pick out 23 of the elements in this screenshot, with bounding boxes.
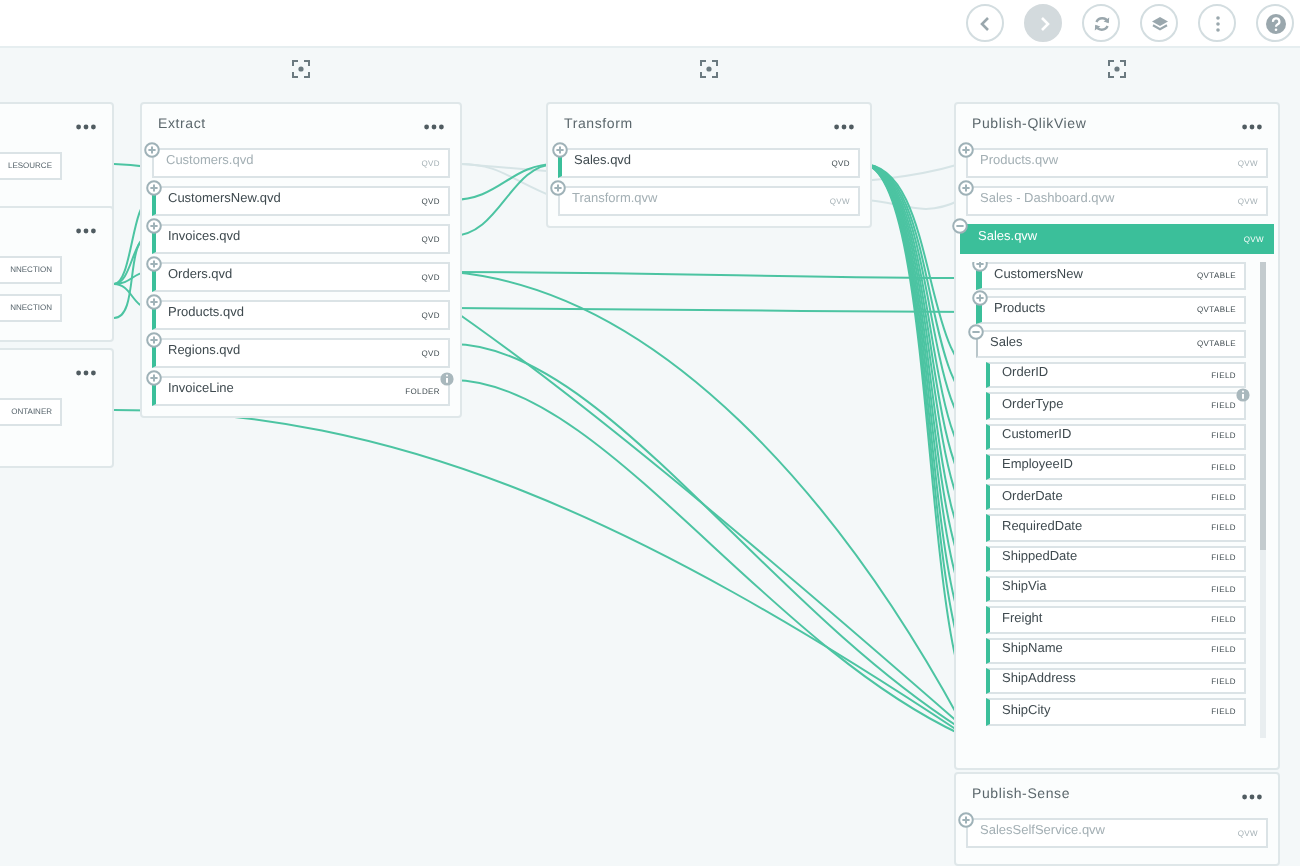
more-icon (424, 123, 444, 129)
expand-handle-icon (146, 370, 162, 386)
scrollbar-thumb[interactable] (1260, 262, 1266, 550)
more-icon (1242, 793, 1262, 799)
more-icon (834, 123, 854, 129)
expand-handle-icon (552, 142, 568, 158)
help-icon (1265, 13, 1285, 33)
more-icon (76, 123, 96, 129)
expand-handle-icon (146, 332, 162, 348)
focus-icon (700, 60, 718, 78)
expand-handle-icon (146, 180, 162, 196)
more-icon (1242, 123, 1262, 129)
chevron-left-icon (975, 13, 995, 33)
focus-icon (1108, 60, 1126, 78)
focus-icon (292, 60, 310, 78)
scrollbar[interactable] (1260, 262, 1266, 738)
refresh-icon (1091, 13, 1111, 33)
layers-icon (1149, 13, 1169, 33)
more-icon (76, 227, 96, 233)
expand-handle-icon (146, 294, 162, 310)
more-icon (76, 369, 96, 375)
expand-handle-icon (146, 256, 162, 272)
expand-handle-icon (146, 218, 162, 234)
